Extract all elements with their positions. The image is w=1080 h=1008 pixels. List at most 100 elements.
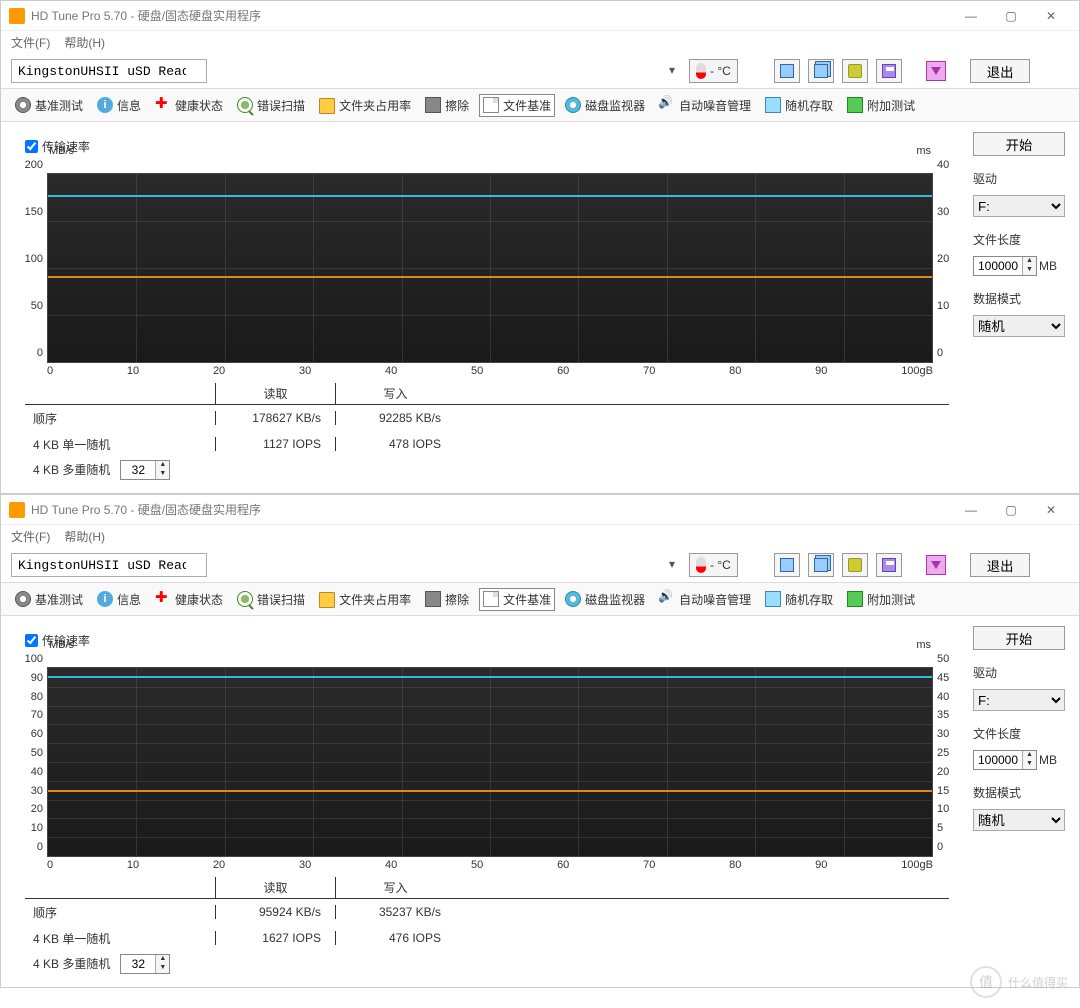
y-left-unit: MB/s [49,639,74,651]
maximize-button[interactable]: ▢ [991,496,1031,524]
tab-random-access[interactable]: 随机存取 [761,94,837,117]
tab-disk-monitor[interactable]: 磁盘监视器 [561,588,649,611]
x-tick: 60 [557,365,569,377]
copy-icon [780,64,794,78]
step-up-icon[interactable]: ▲ [155,461,169,470]
copy-screenshot-button[interactable] [774,553,800,577]
multi-queue-stepper[interactable]: ▲▼ [120,460,170,480]
transfer-rate-checkbox[interactable]: 传输速率 [25,632,959,649]
yr-tick: 50 [937,653,959,665]
screenshot-button[interactable] [842,59,868,83]
save-icon [882,558,896,572]
gauge-icon [15,97,31,113]
drive-select[interactable]: F: [973,195,1065,217]
tab-erase[interactable]: 擦除 [421,588,473,611]
gauge-icon [15,591,31,607]
x-tick: 40 [385,859,397,871]
menu-help[interactable]: 帮助(H) [64,528,105,545]
tab-aam[interactable]: 自动噪音管理 [655,94,755,117]
y-right-unit: ms [916,639,931,651]
down-arrow-icon [931,67,941,75]
copy-all-button[interactable] [808,59,834,83]
tab-info[interactable]: i信息 [93,94,145,117]
step-down-icon[interactable]: ▼ [1022,760,1036,769]
yl-tick: 80 [15,691,43,703]
tab-info[interactable]: i信息 [93,588,145,611]
options-button[interactable] [926,61,946,81]
disk-icon [565,591,581,607]
menu-file[interactable]: 文件(F) [11,34,50,51]
step-up-icon[interactable]: ▲ [1022,751,1036,760]
copy-screenshot-button[interactable] [774,59,800,83]
mb-unit: MB [1039,753,1057,767]
file-length-stepper[interactable]: ▲▼ [973,256,1037,276]
tab-health[interactable]: ✚健康状态 [151,94,227,117]
tab-benchmark[interactable]: 基准测试 [11,94,87,117]
exit-button[interactable]: 退出 [970,553,1031,577]
tab-folder-usage[interactable]: 文件夹占用率 [315,93,415,117]
yl-tick: 200 [15,159,43,171]
screenshot-button[interactable] [842,553,868,577]
close-button[interactable]: ✕ [1031,496,1071,524]
yl-tick: 0 [15,841,43,853]
tab-benchmark[interactable]: 基准测试 [11,588,87,611]
device-select[interactable] [11,553,207,577]
yr-tick: 35 [937,709,959,721]
menu-file[interactable]: 文件(F) [11,528,50,545]
options-button[interactable] [926,555,946,575]
data-mode-select[interactable]: 随机 [973,315,1065,337]
data-mode-select[interactable]: 随机 [973,809,1065,831]
start-button[interactable]: 开始 [973,132,1065,156]
step-up-icon[interactable]: ▲ [1022,257,1036,266]
close-button[interactable]: ✕ [1031,2,1071,30]
step-up-icon[interactable]: ▲ [155,955,169,964]
seq-write-val: 35237 KB/s [335,905,455,919]
tab-extra-tests[interactable]: 附加测试 [843,588,919,611]
step-down-icon[interactable]: ▼ [155,470,169,479]
tab-error-scan[interactable]: 错误扫描 [233,588,309,611]
tab-random-access[interactable]: 随机存取 [761,588,837,611]
step-down-icon[interactable]: ▼ [1022,266,1036,275]
drive-label: 驱动 [973,664,1065,681]
tab-disk-monitor[interactable]: 磁盘监视器 [561,94,649,117]
yl-tick: 10 [15,822,43,834]
menu-help[interactable]: 帮助(H) [64,34,105,51]
col-write: 写入 [335,383,455,404]
y-right-unit: ms [916,145,931,157]
multi-queue-stepper[interactable]: ▲▼ [120,954,170,974]
tab-health[interactable]: ✚健康状态 [151,588,227,611]
yr-tick: 30 [937,206,959,218]
minimize-button[interactable]: — [951,496,991,524]
x-tick: 30 [299,365,311,377]
erase-icon [425,97,441,113]
tab-file-benchmark[interactable]: 文件基准 [479,94,555,117]
tab-extra-tests[interactable]: 附加测试 [843,94,919,117]
tab-aam[interactable]: 自动噪音管理 [655,588,755,611]
start-button[interactable]: 开始 [973,626,1065,650]
folder-icon [319,592,335,608]
tab-file-benchmark[interactable]: 文件基准 [479,588,555,611]
save-button[interactable] [876,553,902,577]
tab-error-scan[interactable]: 错误扫描 [233,94,309,117]
yr-tick: 20 [937,253,959,265]
transfer-rate-checkbox[interactable]: 传输速率 [25,138,959,155]
yr-tick: 10 [937,803,959,815]
step-down-icon[interactable]: ▼ [155,964,169,973]
tab-folder-usage[interactable]: 文件夹占用率 [315,587,415,611]
device-select[interactable] [11,59,207,83]
tab-erase[interactable]: 擦除 [421,94,473,117]
drive-label: 驱动 [973,170,1065,187]
watermark: 值 什么值得买 [970,966,1068,998]
col-read: 读取 [215,383,335,404]
exit-button[interactable]: 退出 [970,59,1031,83]
maximize-button[interactable]: ▢ [991,2,1031,30]
minimize-button[interactable]: — [951,2,991,30]
save-button[interactable] [876,59,902,83]
file-length-stepper[interactable]: ▲▼ [973,750,1037,770]
drive-select[interactable]: F: [973,689,1065,711]
read-line [48,676,932,678]
copy-all-button[interactable] [808,553,834,577]
random-icon [765,97,781,113]
temp-value: - °C [710,64,731,78]
tabs-row: 基准测试 i信息 ✚健康状态 错误扫描 文件夹占用率 擦除 文件基准 磁盘监视器… [1,88,1079,122]
